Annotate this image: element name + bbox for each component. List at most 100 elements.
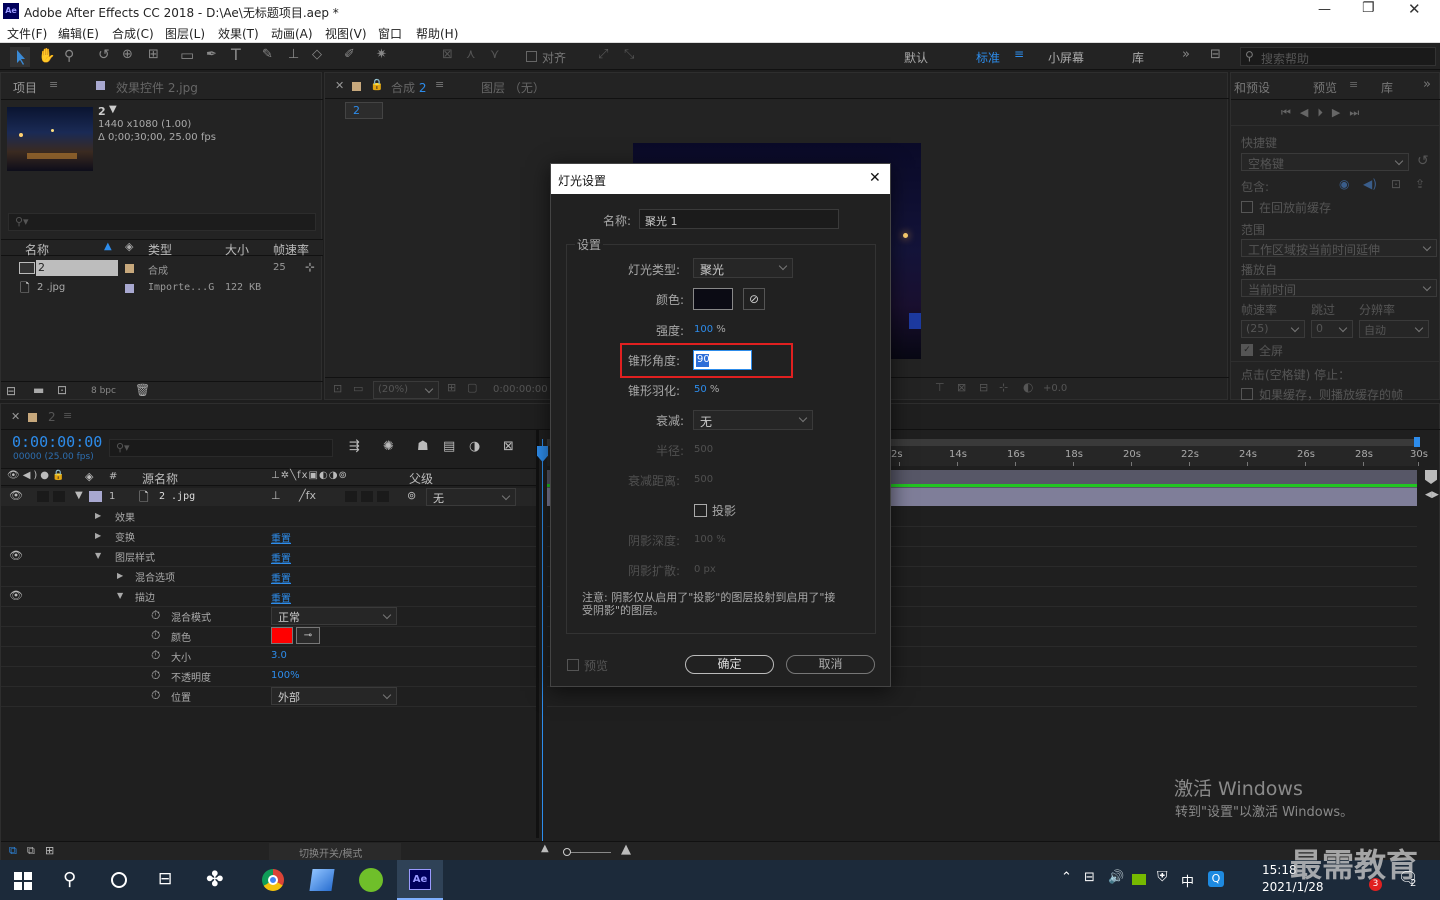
taskbar-ae-active[interactable]: Ae [397, 860, 443, 900]
notification-badge[interactable]: 3 [1369, 878, 1382, 891]
start-button[interactable] [14, 872, 32, 890]
workspace-small[interactable]: 小屏幕 [1048, 49, 1084, 66]
light-color-swatch[interactable] [693, 288, 733, 310]
comp-flowchart-icon[interactable]: ⇶ [349, 439, 360, 454]
parent-dropdown[interactable]: 无 [426, 488, 516, 506]
color-eyedropper-icon[interactable]: ⊘ [743, 288, 765, 310]
play-from-dropdown[interactable]: 当前时间 [1241, 279, 1437, 297]
close-tab-icon[interactable]: ✕ [335, 79, 344, 92]
zoom-out-icon[interactable]: ▲ [541, 843, 549, 854]
menu-item-8[interactable]: 帮助(H) [416, 25, 458, 42]
export-icon[interactable]: ⇪ [1415, 177, 1425, 191]
menu-item-7[interactable]: 窗口 [378, 25, 402, 42]
selection-tool-icon[interactable] [10, 47, 30, 67]
timeline-tab-menu-icon[interactable]: ≡ [63, 409, 72, 422]
world-axis-icon[interactable]: ⋏ [466, 47, 476, 62]
camera-icon[interactable]: ⊤ [935, 381, 945, 394]
light-type-dropdown[interactable]: 聚光 [693, 258, 793, 278]
visibility-eye-icon[interactable]: 👁 [9, 589, 23, 602]
layer-tab[interactable]: 图层 （无） [481, 79, 545, 96]
camera-tool-icon[interactable]: ⊕ [122, 47, 133, 62]
zoom-slider-handle[interactable] [563, 848, 571, 856]
region-icon[interactable]: ⊠ [957, 381, 966, 394]
range-dropdown[interactable]: 工作区域按当前时间延伸 [1241, 239, 1437, 257]
include-overlay-icon[interactable]: ⊡ [1391, 177, 1401, 191]
snap-icon[interactable]: ⤢ [598, 47, 608, 62]
current-time-indicator[interactable] [542, 439, 543, 841]
snap2-icon[interactable]: ⤡ [624, 47, 634, 62]
brush-tool-icon[interactable]: ✎ [262, 47, 273, 62]
include-audio-icon[interactable]: ◀) [1363, 177, 1377, 191]
menu-item-3[interactable]: 图层(L) [165, 25, 205, 42]
graph-editor-icon[interactable]: ⊠ [503, 439, 514, 454]
frame-blend-icon[interactable]: ▤ [443, 439, 455, 454]
stopwatch-icon[interactable]: ⏱ [151, 608, 160, 623]
expand-arrow-icon[interactable]: ▶ [95, 531, 101, 540]
ok-button[interactable]: 确定 [685, 655, 774, 674]
tray-chevron-icon[interactable]: ⌃ [1061, 870, 1072, 885]
grid-icon[interactable]: ⊞ [447, 381, 456, 394]
expand-arrow-icon[interactable]: ▶ [95, 511, 101, 520]
interpret-footage-icon[interactable]: ⊟ [6, 384, 16, 398]
stroke-reset[interactable]: 重置 [271, 590, 291, 605]
comp-tab[interactable]: 合成 2 [391, 79, 426, 96]
preview-tab[interactable]: 预览 [1313, 79, 1337, 96]
comp-breadcrumb[interactable]: 2 [345, 102, 383, 119]
if-cached-checkbox[interactable] [1241, 388, 1253, 400]
effects-tab[interactable]: 效果控件 2.jpg [116, 79, 198, 96]
col-type[interactable]: 类型 [148, 241, 172, 258]
motion-blur-icon[interactable]: ◑ [469, 439, 480, 454]
menu-item-5[interactable]: 动画(A) [271, 25, 313, 42]
workspace-more-icon[interactable]: » [1182, 47, 1190, 62]
transform-reset[interactable]: 重置 [271, 530, 291, 545]
comp-dropdown-icon[interactable]: ▼ [109, 104, 117, 115]
project-search-input[interactable]: ⚲▾ [8, 213, 316, 231]
in-out-icon[interactable]: ⊞ [45, 844, 54, 857]
project-tab-menu-icon[interactable]: ≡ [49, 78, 58, 91]
panel-more-icon[interactable]: » [1423, 77, 1431, 92]
project-tab[interactable]: 项目 [13, 79, 37, 96]
position-dropdown[interactable]: 外部 [271, 687, 397, 705]
axis-tool-icon[interactable]: ⊠ [442, 47, 453, 62]
col-fps[interactable]: 帧速率 [273, 241, 309, 258]
timeline-search-input[interactable]: ⚲▾ [109, 439, 333, 457]
col-source-name[interactable]: 源名称 [142, 470, 178, 487]
visibility-eye-icon[interactable]: 👁 [9, 549, 23, 562]
label-color-swatch[interactable] [125, 264, 134, 273]
stopwatch-icon[interactable]: ⏱ [151, 668, 160, 683]
dialog-close-icon[interactable]: ✕ [869, 170, 881, 186]
workspace-library[interactable]: 库 [1132, 49, 1144, 66]
chrome-icon[interactable] [262, 869, 284, 891]
size-value[interactable]: 3.0 [271, 650, 287, 661]
puppet-tool-icon[interactable]: ✷ [376, 47, 387, 62]
stopwatch-icon[interactable]: ⏱ [151, 628, 160, 643]
cone-angle-input[interactable]: 90 [693, 350, 752, 370]
layer-label-swatch[interactable] [89, 491, 102, 502]
clone-tool-icon[interactable]: ⊥ [288, 47, 299, 62]
restore-icon[interactable]: ❐ [1362, 0, 1375, 16]
layer-switches-toggle-icon[interactable]: ⧉ [9, 844, 17, 858]
exposure-value[interactable]: +0.0 [1043, 383, 1067, 394]
col-parent[interactable]: 父级 [409, 470, 433, 487]
transfer-controls-icon[interactable]: ⧉ [27, 844, 35, 858]
skip-dropdown[interactable]: 0 [1311, 320, 1353, 338]
preview-checkbox[interactable] [567, 659, 579, 671]
rotate-tool-icon[interactable]: ↺ [98, 47, 110, 63]
help-search-input[interactable]: ⚲ 搜索帮助 [1240, 47, 1436, 66]
resolution-dropdown[interactable]: 自动 [1359, 320, 1429, 338]
expand-arrow-icon[interactable]: ▶ [117, 571, 123, 580]
expand-right-icon[interactable]: ◀▶ [1425, 490, 1439, 500]
shy-icon[interactable]: ☗ [417, 439, 429, 454]
layer-styles-reset[interactable]: 重置 [271, 550, 291, 565]
zoom-in-icon[interactable]: ▲ [621, 842, 631, 857]
layer-row[interactable]: 👁 ▼ 1 🗋 2 .jpg ⊥ ╱fx ⊚ 无 [1, 488, 536, 506]
flow-icon[interactable]: ⊹ [999, 381, 1008, 394]
close-icon[interactable]: ✕ [1408, 0, 1421, 18]
shortcut-dropdown[interactable]: 空格键 [1241, 153, 1409, 171]
project-row-comp[interactable]: 2 合成 25 ⊹ [1, 259, 315, 277]
cortana-icon[interactable] [111, 872, 127, 888]
notepad-app-icon[interactable] [309, 869, 335, 891]
comp-marker-icon[interactable] [1425, 470, 1437, 484]
task-view-icon[interactable]: ⊟ [158, 869, 172, 889]
roto-tool-icon[interactable]: ✐ [344, 47, 355, 62]
